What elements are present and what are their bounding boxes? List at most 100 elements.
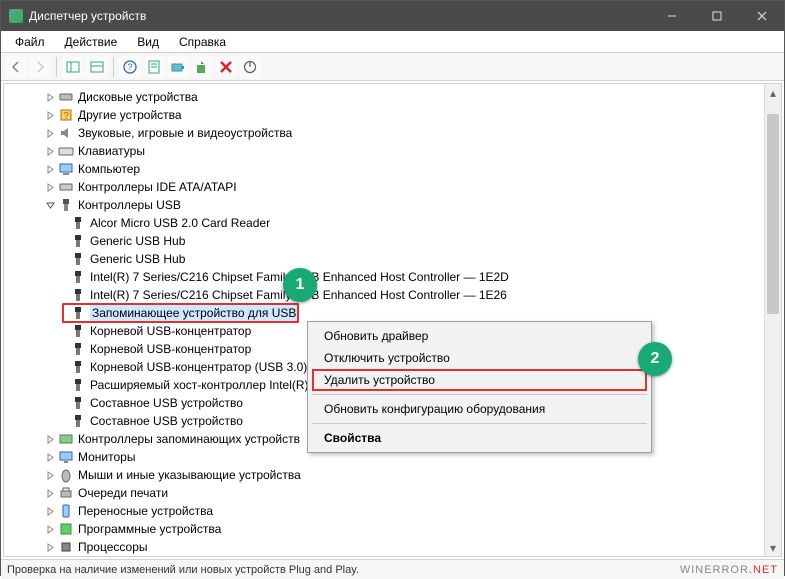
usb-device-icon xyxy=(70,215,86,231)
usb-device-icon xyxy=(70,341,86,357)
chevron-right-icon[interactable] xyxy=(44,451,56,463)
svg-text:?: ? xyxy=(127,62,132,72)
ide-controller-icon xyxy=(58,179,74,195)
tree-label: Процессоры xyxy=(78,538,148,556)
maximize-button[interactable] xyxy=(694,1,739,31)
menu-action[interactable]: Действие xyxy=(55,33,128,51)
tree-node-sound[interactable]: Звуковые, игровые и видеоустройства xyxy=(8,124,781,142)
chevron-down-icon[interactable] xyxy=(44,199,56,211)
annotation-badge-1: 1 xyxy=(283,268,317,302)
chevron-right-icon[interactable] xyxy=(44,145,56,157)
usb-device-icon xyxy=(70,269,86,285)
close-button[interactable] xyxy=(739,1,784,31)
context-menu-separator xyxy=(312,394,647,395)
chevron-right-icon[interactable] xyxy=(44,541,56,553)
tree-node-software-devices[interactable]: Программные устройства xyxy=(8,520,781,538)
scroll-thumb[interactable] xyxy=(767,114,779,314)
chevron-right-icon[interactable] xyxy=(44,181,56,193)
svg-text:?: ? xyxy=(63,111,69,122)
tree-node-computer[interactable]: Компьютер xyxy=(8,160,781,178)
chevron-right-icon[interactable] xyxy=(44,523,56,535)
context-menu-disable[interactable]: Отключить устройство xyxy=(310,347,649,369)
tree-label: Мыши и иные указывающие устройства xyxy=(78,466,301,484)
update-driver-button[interactable] xyxy=(191,56,213,78)
tree-label: Звуковые, игровые и видеоустройства xyxy=(78,124,292,142)
titlebar: Диспетчер устройств xyxy=(1,1,784,31)
tree-node-portable[interactable]: Переносные устройства xyxy=(8,502,781,520)
usb-device-icon xyxy=(70,359,86,375)
tree-node-usb-child[interactable]: Alcor Micro USB 2.0 Card Reader xyxy=(8,214,781,232)
uninstall-button[interactable] xyxy=(215,56,237,78)
disable-button[interactable] xyxy=(239,56,261,78)
tree-label: Generic USB Hub xyxy=(90,250,185,268)
disk-drive-icon xyxy=(58,89,74,105)
chevron-right-icon[interactable] xyxy=(44,127,56,139)
software-device-icon xyxy=(58,521,74,537)
tree-node-usb-storage-selected[interactable]: Запоминающее устройство для USB xyxy=(8,304,781,322)
scroll-down-button[interactable]: ▾ xyxy=(765,539,781,556)
tree-node-other-devices[interactable]: ? Другие устройства xyxy=(8,106,781,124)
toolbar: ? xyxy=(1,53,784,81)
tree-node-ide-ata[interactable]: Контроллеры IDE ATA/ATAPI xyxy=(8,178,781,196)
annotation-badge-2: 2 xyxy=(638,342,672,376)
context-menu-separator xyxy=(312,423,647,424)
vertical-scrollbar[interactable]: ▴ ▾ xyxy=(764,84,781,556)
back-button[interactable] xyxy=(5,56,27,78)
context-menu-properties[interactable]: Свойства xyxy=(310,427,649,449)
chevron-right-icon[interactable] xyxy=(44,505,56,517)
context-menu-uninstall[interactable]: Удалить устройство xyxy=(310,369,649,391)
tree-node-usb-child[interactable]: Intel(R) 7 Series/C216 Chipset Family US… xyxy=(8,268,781,286)
mouse-icon xyxy=(58,467,74,483)
chevron-right-icon[interactable] xyxy=(44,163,56,175)
tree-label: Мониторы xyxy=(78,448,135,466)
tree-node-usb-controllers[interactable]: Контроллеры USB xyxy=(8,196,781,214)
tree-node-print-queues[interactable]: Очереди печати xyxy=(8,484,781,502)
watermark-text: WINERROR xyxy=(680,564,749,576)
scan-button[interactable] xyxy=(167,56,189,78)
computer-icon xyxy=(58,161,74,177)
chevron-right-icon[interactable] xyxy=(44,469,56,481)
show-hidden-button[interactable] xyxy=(86,56,108,78)
properties-button[interactable] xyxy=(143,56,165,78)
tree-label: Очереди печати xyxy=(78,484,168,502)
context-menu-scan-hw[interactable]: Обновить конфигурацию оборудования xyxy=(310,398,649,420)
tree-node-disk-drives[interactable]: Дисковые устройства xyxy=(8,88,781,106)
tree-label: Переносные устройства xyxy=(78,502,213,520)
usb-device-icon xyxy=(70,323,86,339)
tree-node-mice[interactable]: Мыши и иные указывающие устройства xyxy=(8,466,781,484)
tree-label: Контроллеры запоминающих устройств xyxy=(78,430,300,448)
tree-node-usb-child[interactable]: Generic USB Hub xyxy=(8,232,781,250)
portable-device-icon xyxy=(58,503,74,519)
processor-icon xyxy=(58,539,74,555)
forward-button[interactable] xyxy=(29,56,51,78)
minimize-button[interactable] xyxy=(649,1,694,31)
usb-device-icon xyxy=(70,413,86,429)
chevron-right-icon[interactable] xyxy=(44,433,56,445)
menu-view[interactable]: Вид xyxy=(127,33,169,51)
tree-label: Контроллеры IDE ATA/ATAPI xyxy=(78,178,237,196)
menu-file[interactable]: Файл xyxy=(5,33,55,51)
chevron-right-icon[interactable] xyxy=(44,487,56,499)
show-all-button[interactable] xyxy=(62,56,84,78)
menu-help[interactable]: Справка xyxy=(169,33,236,51)
scroll-up-button[interactable]: ▴ xyxy=(765,84,781,101)
tree-node-processors[interactable]: Процессоры xyxy=(8,538,781,556)
tree-node-usb-child[interactable]: Generic USB Hub xyxy=(8,250,781,268)
tree-label: Alcor Micro USB 2.0 Card Reader xyxy=(90,214,270,232)
keyboard-icon xyxy=(58,143,74,159)
tree-node-usb-child[interactable]: Intel(R) 7 Series/C216 Chipset Family US… xyxy=(8,286,781,304)
context-menu-update-driver[interactable]: Обновить драйвер xyxy=(310,325,649,347)
tree-label: Корневой USB-концентратор (USB 3.0) xyxy=(90,358,307,376)
tree-label: Корневой USB-концентратор xyxy=(90,340,251,358)
tree-label: Другие устройства xyxy=(78,106,182,124)
monitor-icon xyxy=(58,449,74,465)
tree-label: Составное USB устройство xyxy=(90,412,243,430)
chevron-right-icon[interactable] xyxy=(44,109,56,121)
other-device-icon: ? xyxy=(58,107,74,123)
usb-controller-icon xyxy=(58,197,74,213)
device-tree-pane: Дисковые устройства ? Другие устройства … xyxy=(3,83,782,557)
tree-node-keyboards[interactable]: Клавиатуры xyxy=(8,142,781,160)
tree-label: Запоминающее устройство для USB xyxy=(90,304,298,322)
help-button[interactable]: ? xyxy=(119,56,141,78)
chevron-right-icon[interactable] xyxy=(44,91,56,103)
